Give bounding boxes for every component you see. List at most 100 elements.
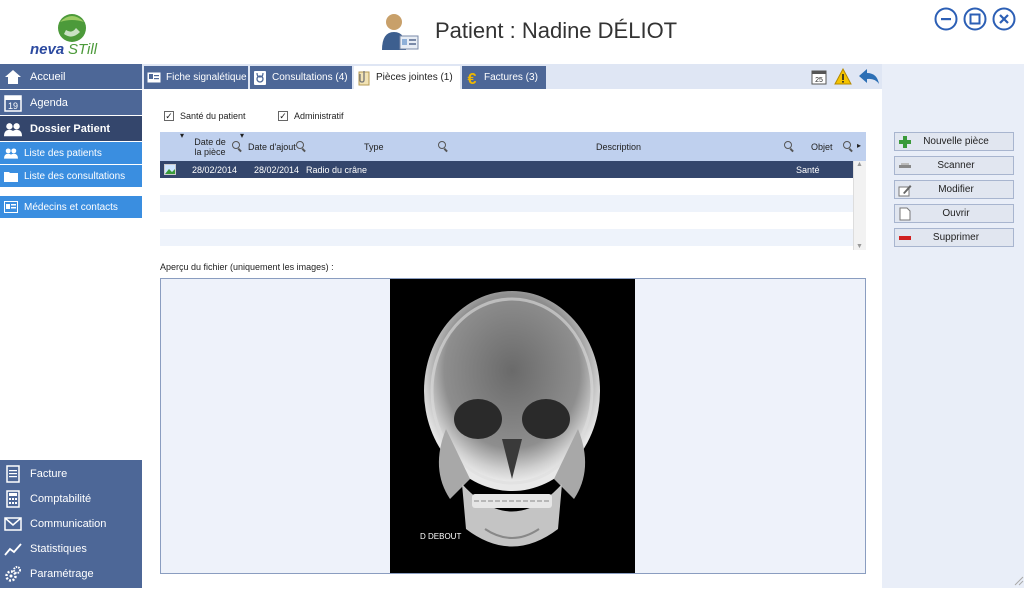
tab-pieces-jointes[interactable]: Pièces jointes (1): [354, 66, 460, 89]
sidebar: Accueil 19 Agenda Dossier Patient Liste …: [0, 64, 142, 588]
tab-consultations[interactable]: Consultations (4): [250, 66, 352, 89]
svg-text:€: €: [468, 71, 477, 86]
cell-type: Radio du crâne: [306, 164, 368, 175]
sidebar-item-label: Comptabilité: [30, 492, 92, 505]
warning-icon[interactable]: [834, 67, 852, 86]
attachments-panel: ✓ Santé du patient ✓ Administratif Date …: [142, 89, 882, 588]
scroll-right-arrow-icon[interactable]: ▸: [857, 141, 861, 150]
svg-text:19: 19: [8, 101, 18, 111]
filter-search-icon[interactable]: [232, 141, 240, 149]
file-preview-pane: D DEBOUT: [160, 278, 866, 574]
sort-arrow-icon[interactable]: ▾: [240, 131, 244, 140]
column-header-date-ajout[interactable]: Date d'ajout: [248, 132, 296, 161]
people-icon: [4, 120, 22, 138]
preview-label: Aperçu du fichier (uniquement les images…: [160, 262, 334, 272]
sort-arrow-icon[interactable]: ▾: [180, 131, 184, 140]
document-icon: [897, 207, 913, 221]
scanner-button[interactable]: Scanner: [894, 156, 1014, 175]
folder-icon: [4, 169, 18, 183]
checkbox-box[interactable]: ✓: [164, 111, 174, 121]
tab-bar: Fiche signalétique Consultations (4) Piè…: [142, 64, 882, 89]
nouvelle-piece-button[interactable]: Nouvelle pièce: [894, 132, 1014, 151]
ouvrir-button[interactable]: Ouvrir: [894, 204, 1014, 223]
sidebar-item-agenda[interactable]: 19 Agenda: [0, 90, 142, 115]
cell-date-ajout: 28/02/2014: [254, 164, 300, 175]
sidebar-item-label: Accueil: [30, 70, 66, 83]
close-button[interactable]: [992, 7, 1016, 31]
svg-text:STill: STill: [68, 41, 98, 58]
sidebar-item-label: Dossier Patient: [30, 122, 111, 135]
svg-text:neva: neva: [30, 41, 64, 58]
table-row[interactable]: 28/02/2014 28/02/2014 Radio du crâne San…: [160, 161, 853, 178]
filter-search-icon[interactable]: [843, 141, 851, 149]
modifier-button[interactable]: Modifier: [894, 180, 1014, 199]
minimize-button[interactable]: [934, 7, 958, 31]
maximize-button[interactable]: [963, 7, 987, 31]
sidebar-item-communication[interactable]: Communication: [0, 511, 142, 536]
table-row-empty: [160, 195, 853, 212]
filter-search-icon[interactable]: [438, 141, 446, 149]
attachments-table: Date de la pièce Date d'ajout Type Descr…: [160, 131, 866, 250]
filter-search-icon[interactable]: [296, 141, 304, 149]
id-card-icon: [146, 70, 162, 86]
chart-line-icon: [4, 540, 22, 558]
sidebar-item-accueil[interactable]: Accueil: [0, 64, 142, 89]
home-icon: [4, 68, 22, 86]
sidebar-bottom-menu: Facture Comptabilité Communication Stati…: [0, 460, 142, 588]
invoice-icon: [4, 464, 22, 483]
tab-fiche-signaletique[interactable]: Fiche signalétique: [144, 66, 248, 89]
back-arrow-icon[interactable]: [858, 68, 880, 86]
header: neva STill Patient : Nadine DÉLIOT: [0, 0, 1024, 64]
sidebar-item-comptabilite[interactable]: Comptabilité: [0, 486, 142, 511]
sidebar-item-label: Communication: [30, 517, 107, 530]
checkbox-sante-patient[interactable]: ✓ Santé du patient: [164, 111, 246, 121]
minus-icon: [897, 231, 913, 245]
sidebar-item-facture[interactable]: Facture: [0, 461, 142, 486]
calendar-icon[interactable]: 25: [810, 68, 828, 86]
resize-grip-icon[interactable]: [1012, 574, 1024, 586]
sidebar-item-label: Liste des consultations: [24, 170, 126, 182]
sidebar-item-dossier-patient[interactable]: Dossier Patient: [0, 116, 142, 141]
checkbox-box[interactable]: ✓: [278, 111, 288, 121]
edit-pencil-icon: [897, 183, 913, 197]
patient-doctor-icon: [378, 10, 420, 52]
column-header-date-piece[interactable]: Date de la pièce: [192, 132, 228, 161]
calendar-icon: 19: [4, 94, 22, 112]
tab-factures[interactable]: € Factures (3): [462, 66, 546, 89]
plus-icon: [897, 135, 913, 149]
scroll-up-icon[interactable]: ▲: [856, 161, 863, 168]
sidebar-item-label: Paramétrage: [30, 567, 94, 580]
table-row-empty: [160, 212, 853, 229]
checkbox-administratif[interactable]: ✓ Administratif: [278, 111, 344, 121]
sidebar-item-parametrage[interactable]: Paramétrage: [0, 561, 142, 586]
sidebar-item-liste-patients[interactable]: Liste des patients: [0, 142, 142, 164]
table-row-empty: [160, 178, 853, 195]
contact-card-icon: [4, 200, 18, 214]
sidebar-item-liste-consultations[interactable]: Liste des consultations: [0, 165, 142, 187]
filter-search-icon[interactable]: [784, 141, 792, 149]
actions-bar: Nouvelle pièce Scanner Modifier Ouvrir S…: [882, 64, 1024, 588]
cell-date-piece: 28/02/2014: [192, 164, 238, 175]
calculator-icon: [4, 489, 22, 508]
sidebar-item-statistiques[interactable]: Statistiques: [0, 536, 142, 561]
skull-xray-image: D DEBOUT: [390, 279, 635, 573]
tab-label: Factures (3): [484, 72, 538, 83]
tab-label: Consultations (4): [272, 72, 348, 83]
column-header-type[interactable]: Type: [364, 132, 384, 161]
supprimer-button[interactable]: Supprimer: [894, 228, 1014, 247]
svg-text:25: 25: [815, 77, 823, 84]
sidebar-item-medecins-contacts[interactable]: Médecins et contacts: [0, 196, 142, 218]
sidebar-item-label: Statistiques: [30, 542, 87, 555]
app-logo: neva STill: [28, 10, 118, 58]
stethoscope-icon: [252, 70, 268, 86]
sidebar-item-label: Médecins et contacts: [24, 201, 118, 213]
column-header-objet[interactable]: Objet: [811, 132, 833, 161]
xray-caption: D DEBOUT: [420, 532, 461, 541]
scanner-icon: [897, 159, 913, 173]
table-body: 28/02/2014 28/02/2014 Radio du crâne San…: [160, 161, 853, 250]
table-scrollbar[interactable]: ▲ ▼: [853, 161, 866, 250]
people-icon: [4, 146, 18, 160]
scroll-down-icon[interactable]: ▼: [856, 243, 863, 250]
column-header-description[interactable]: Description: [596, 132, 641, 161]
table-row-empty: [160, 229, 853, 246]
